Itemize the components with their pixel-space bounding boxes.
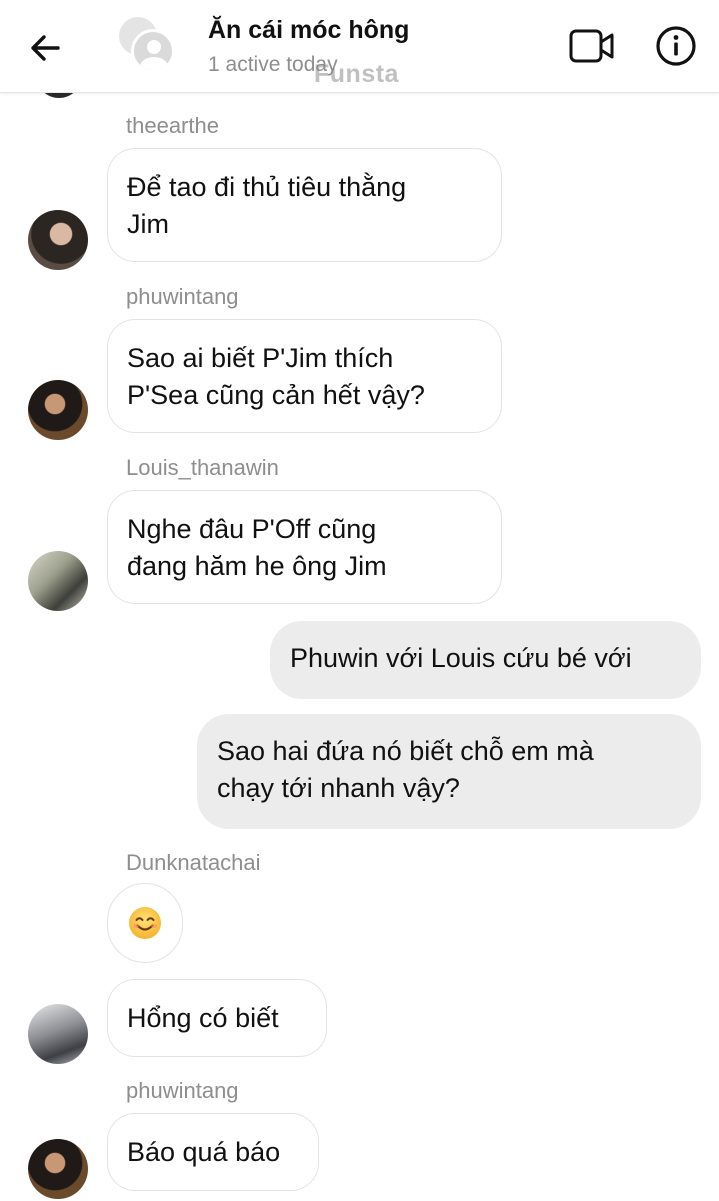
info-circle-icon bbox=[656, 26, 696, 66]
video-call-button[interactable] bbox=[566, 24, 618, 68]
funsta-watermark: Funsta bbox=[314, 60, 399, 88]
avatar[interactable] bbox=[28, 551, 88, 611]
avatar[interactable] bbox=[28, 380, 88, 440]
video-camera-icon bbox=[569, 29, 614, 63]
message-bubble[interactable]: Hổng có biết bbox=[107, 979, 327, 1057]
sender-name: theearthe bbox=[126, 113, 219, 138]
message-bubble[interactable]: Để tao đi thủ tiêu thằng Jim bbox=[107, 148, 502, 262]
conversation-title[interactable]: Ăn cái móc hông bbox=[208, 16, 409, 45]
message-bubble[interactable]: Báo quá báo bbox=[107, 1113, 319, 1191]
sender-name: phuwintang bbox=[126, 1078, 239, 1103]
sender-name: phuwintang bbox=[126, 284, 239, 309]
avatar[interactable] bbox=[28, 1139, 88, 1199]
message-bubble-outgoing[interactable]: Sao hai đứa nó biết chỗ em mà chạy tới n… bbox=[197, 714, 701, 829]
group-avatar[interactable] bbox=[116, 14, 178, 76]
arrow-left-icon bbox=[31, 35, 60, 61]
message-bubble[interactable] bbox=[107, 883, 183, 963]
message-bubble[interactable]: Sao ai biết P'Jim thích P'Sea cũng cản h… bbox=[107, 319, 502, 433]
avatar[interactable] bbox=[28, 210, 88, 270]
chat-header: Ăn cái móc hông 1 active today Funsta bbox=[0, 0, 719, 93]
sender-name: Dunknatachai bbox=[126, 850, 261, 875]
info-button[interactable] bbox=[652, 22, 700, 70]
message-bubble[interactable]: Nghe đâu P'Off cũng đang hăm he ông Jim bbox=[107, 490, 502, 604]
message-bubble-outgoing[interactable]: Phuwin với Louis cứu bé với bbox=[270, 621, 701, 699]
avatar[interactable] bbox=[28, 1004, 88, 1064]
back-button[interactable] bbox=[22, 25, 68, 71]
smiling-face-icon bbox=[129, 907, 161, 939]
sender-name: Louis_thanawin bbox=[126, 455, 279, 480]
